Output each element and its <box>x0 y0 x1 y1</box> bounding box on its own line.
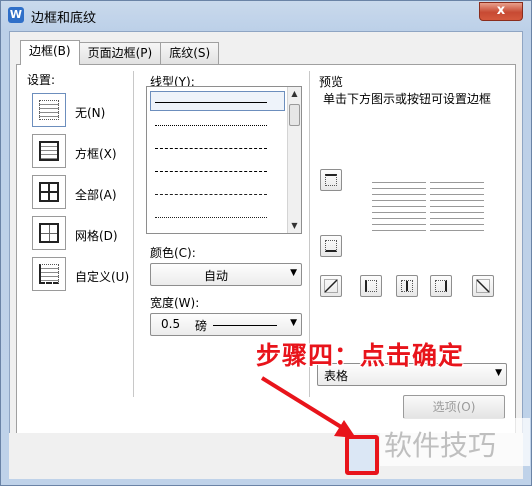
color-select[interactable]: 自动 ▼ <box>150 263 302 286</box>
chevron-down-icon: ▼ <box>290 268 297 278</box>
setting-box-button[interactable] <box>32 134 66 168</box>
line-style-dotted[interactable] <box>155 125 267 126</box>
chevron-down-icon: ▼ <box>290 318 297 328</box>
border-bottom-icon <box>325 240 337 252</box>
border-custom-icon <box>39 264 59 284</box>
width-sample-line <box>213 325 277 326</box>
dialog-window: W 边框和底纹 x 边框(B) 页面边框(P) 底纹(S) 设置: 无(N) 方… <box>0 0 532 486</box>
tab-borders[interactable]: 边框(B) <box>20 40 80 65</box>
diagonal-up-icon <box>324 279 338 293</box>
border-left-icon <box>365 280 377 292</box>
settings-heading: 设置: <box>27 73 56 87</box>
border-top-icon <box>325 174 337 186</box>
preview-column-left[interactable] <box>372 182 426 236</box>
watermark-text: 软件技巧 <box>384 429 497 462</box>
title-bar: W 边框和底纹 x <box>1 1 531 29</box>
preview-heading: 预览 <box>319 75 344 89</box>
border-none-icon <box>39 100 59 120</box>
preview-column-right[interactable] <box>430 182 484 236</box>
setting-none-button[interactable] <box>32 93 66 127</box>
line-style-list[interactable]: ▲ ▼ <box>146 86 302 234</box>
setting-custom-button[interactable] <box>32 257 66 291</box>
border-grid-icon <box>39 223 59 243</box>
border-all-icon <box>39 182 59 202</box>
diagonal-down-button[interactable] <box>320 275 342 297</box>
close-button[interactable]: x <box>479 2 523 21</box>
diagonal-down-icon <box>476 279 490 293</box>
border-inside-vertical-icon <box>401 280 413 292</box>
color-heading: 颜色(C): <box>150 246 196 260</box>
setting-custom-label: 自定义(U) <box>75 270 130 284</box>
diagonal-up-button[interactable] <box>472 275 494 297</box>
wps-writer-icon: W <box>8 7 24 23</box>
top-border-button[interactable] <box>320 169 342 191</box>
dialog-title: 边框和底纹 <box>31 11 97 26</box>
width-value: 0.5 <box>161 317 181 331</box>
scroll-up-icon[interactable]: ▲ <box>288 87 301 101</box>
setting-all-label: 全部(A) <box>75 188 117 202</box>
color-value: 自动 <box>203 269 228 283</box>
preview-hint: 单击下方图示或按钮可设置边框 <box>323 92 492 106</box>
line-style-dash-dot[interactable] <box>155 194 267 195</box>
border-right-icon <box>435 280 447 292</box>
setting-grid-label: 网格(D) <box>75 229 118 243</box>
line-style-scrollbar[interactable]: ▲ ▼ <box>287 87 301 233</box>
inside-vertical-button[interactable] <box>396 275 418 297</box>
bottom-border-button[interactable] <box>320 235 342 257</box>
width-select[interactable]: 0.5 磅 ▼ <box>150 313 302 336</box>
scroll-thumb[interactable] <box>289 104 300 126</box>
line-style-dashed[interactable] <box>155 148 267 149</box>
ok-button[interactable] <box>345 435 379 475</box>
scroll-down-icon[interactable]: ▼ <box>288 219 301 233</box>
line-style-dash-dot-dot[interactable] <box>155 217 267 218</box>
tab-shading[interactable]: 底纹(S) <box>160 42 220 64</box>
right-border-button[interactable] <box>430 275 452 297</box>
chevron-down-icon: ▼ <box>495 368 502 378</box>
tab-page-border[interactable]: 页面边框(P) <box>78 42 162 64</box>
step-annotation: 步骤四：点击确定 <box>256 341 465 370</box>
line-style-selected[interactable] <box>150 91 285 111</box>
width-unit: 磅 <box>195 319 208 333</box>
line-style-long-dash[interactable] <box>155 171 267 172</box>
left-border-button[interactable] <box>360 275 382 297</box>
tab-bar: 边框(B) 页面边框(P) 底纹(S) <box>20 40 220 65</box>
setting-box-label: 方框(X) <box>75 147 117 161</box>
width-heading: 宽度(W): <box>150 296 200 310</box>
border-box-icon <box>39 141 59 161</box>
setting-all-button[interactable] <box>32 175 66 209</box>
divider-left <box>133 71 134 397</box>
setting-grid-button[interactable] <box>32 216 66 250</box>
setting-none-label: 无(N) <box>75 106 106 120</box>
line-style-solid[interactable] <box>155 102 267 103</box>
options-button[interactable]: 选项(O) <box>403 395 505 419</box>
